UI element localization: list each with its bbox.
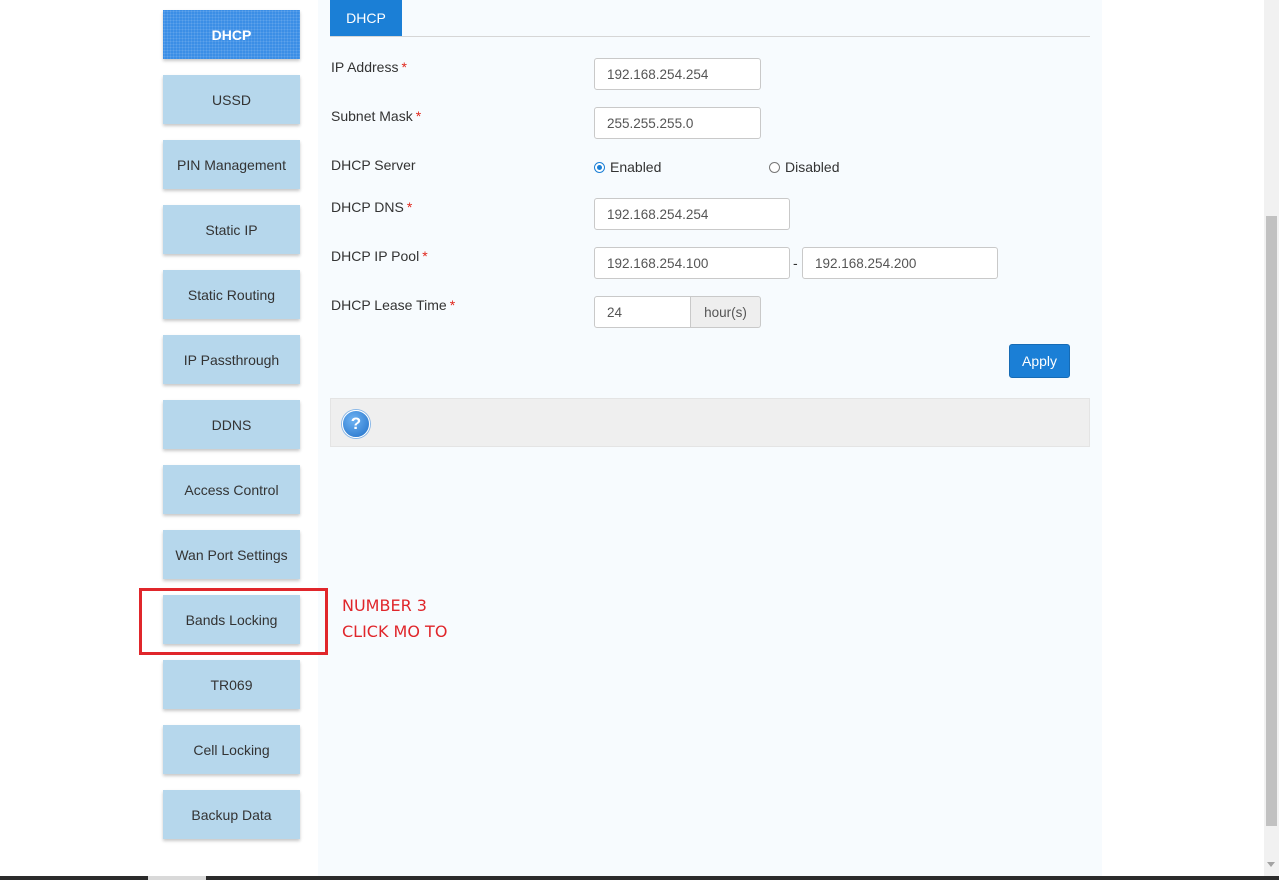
sidebar-item-access-control[interactable]: Access Control — [163, 465, 300, 514]
subnet-mask-label-text: Subnet Mask — [331, 108, 413, 124]
radio-enabled[interactable] — [594, 161, 605, 173]
annotation-highlight-box — [139, 588, 328, 655]
sidebar-item-wan-port-settings[interactable]: Wan Port Settings — [163, 530, 300, 579]
required-marker: * — [401, 59, 407, 75]
radio-disabled-label: Disabled — [785, 159, 840, 175]
sidebar-item-label: Static IP — [205, 221, 258, 238]
sidebar-item-label: Access Control — [184, 481, 279, 498]
sidebar-item-label: USSD — [212, 91, 251, 108]
dhcp-server-label: DHCP Server — [331, 157, 416, 173]
sidebar-item-label: Backup Data — [191, 806, 272, 823]
tab-dhcp[interactable]: DHCP — [330, 0, 402, 36]
radio-disabled[interactable] — [769, 161, 780, 173]
help-bar: ? — [330, 398, 1090, 447]
lease-time-unit: hour(s) — [691, 296, 761, 328]
sidebar-item-ip-passthrough[interactable]: IP Passthrough — [163, 335, 300, 384]
sidebar-item-label: PIN Management — [177, 156, 286, 173]
dhcp-ip-pool-label: DHCP IP Pool * — [331, 248, 428, 264]
required-marker: * — [422, 248, 428, 264]
dhcp-ip-pool-end-input[interactable]: 192.168.254.200 — [802, 247, 998, 279]
ip-pool-separator: - — [793, 255, 798, 271]
sidebar-item-ddns[interactable]: DDNS — [163, 400, 300, 449]
question-icon[interactable]: ? — [342, 410, 370, 438]
sidebar-item-label: TR069 — [210, 676, 253, 693]
dhcp-dns-input[interactable]: 192.168.254.254 — [594, 198, 790, 230]
sidebar-item-static-ip[interactable]: Static IP — [163, 205, 300, 254]
ip-address-label-text: IP Address — [331, 59, 399, 75]
required-marker: * — [415, 108, 422, 124]
scrollbar-thumb[interactable] — [1266, 216, 1277, 826]
sidebar-item-pin-management[interactable]: PIN Management — [163, 140, 300, 189]
bottom-bar-tab — [148, 876, 206, 880]
sidebar-item-static-routing[interactable]: Static Routing — [163, 270, 300, 319]
annotation-line-1: NUMBER 3 — [342, 596, 427, 615]
dhcp-lease-time-input[interactable]: 24 — [594, 296, 691, 328]
bottom-bar — [0, 876, 1279, 880]
sidebar-item-label: DDNS — [211, 416, 252, 433]
dhcp-dns-label-text: DHCP DNS — [331, 199, 404, 215]
sidebar-item-ussd[interactable]: USSD — [163, 75, 300, 124]
sidebar-item-cell-locking[interactable]: Cell Locking — [163, 725, 300, 774]
sidebar-item-label: DHCP — [211, 26, 252, 43]
sidebar-item-dhcp[interactable]: DHCP — [163, 10, 300, 59]
dhcp-server-disabled-option[interactable]: Disabled — [769, 159, 839, 175]
dhcp-server-enabled-option[interactable]: Enabled — [594, 159, 661, 175]
sidebar-item-label: Wan Port Settings — [175, 546, 288, 563]
scroll-down-arrow-icon[interactable] — [1267, 862, 1275, 867]
dhcp-lease-time-label: DHCP Lease Time * — [331, 297, 455, 313]
dhcp-ip-pool-label-text: DHCP IP Pool — [331, 248, 420, 264]
dhcp-dns-label: DHCP DNS * — [331, 199, 412, 215]
dhcp-ip-pool-start-input[interactable]: 192.168.254.100 — [594, 247, 790, 279]
sidebar-item-tr069[interactable]: TR069 — [163, 660, 300, 709]
subnet-mask-label: Subnet Mask * — [331, 108, 421, 124]
dhcp-lease-time-label-text: DHCP Lease Time — [331, 297, 447, 313]
required-marker: * — [406, 199, 413, 215]
sidebar-item-label: Static Routing — [187, 286, 276, 303]
sidebar-item-label: Cell Locking — [193, 741, 270, 758]
subnet-mask-input[interactable]: 255.255.255.0 — [594, 107, 761, 139]
tab-divider — [330, 36, 1090, 37]
ip-address-input[interactable]: 192.168.254.254 — [594, 58, 761, 90]
page: DHCP USSD PIN Management Static IP Stati… — [0, 0, 1279, 880]
apply-button[interactable]: Apply — [1009, 344, 1070, 378]
ip-address-label: IP Address * — [331, 59, 407, 75]
sidebar-item-backup-data[interactable]: Backup Data — [163, 790, 300, 839]
radio-enabled-label: Enabled — [610, 159, 662, 175]
annotation-line-2: CLICK MO TO — [342, 622, 448, 641]
sidebar-item-label: IP Passthrough — [183, 351, 280, 368]
required-marker: * — [449, 297, 456, 313]
vertical-scrollbar[interactable] — [1264, 0, 1279, 876]
